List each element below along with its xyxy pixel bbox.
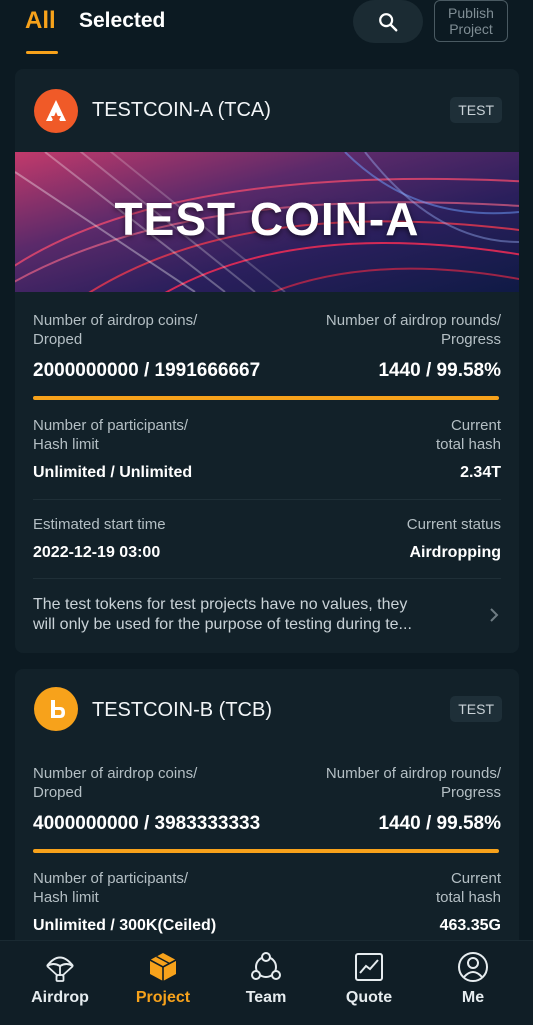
- rounds-value: 1440 / 99.58%: [378, 360, 501, 381]
- notice-line-1: The test tokens for test projects have n…: [33, 596, 408, 613]
- nav-project-label: Project: [135, 989, 191, 1006]
- divider: [33, 499, 501, 500]
- participants-label-line2: Hash limit: [33, 436, 99, 453]
- hash-label-line1: Current: [450, 870, 501, 887]
- coins-label: Number of airdrop coins/ Droped: [33, 311, 197, 349]
- nav-team-label: Team: [245, 989, 287, 1006]
- nav-quote[interactable]: Quote: [316, 941, 422, 1025]
- nav-airdrop[interactable]: Airdrop: [7, 941, 113, 1025]
- rounds-label: Number of airdrop rounds/ Progress: [326, 311, 501, 349]
- participants-label: Number of participants/ Hash limit: [33, 869, 188, 907]
- coins-label-line2: Droped: [33, 784, 83, 801]
- start-time-label: Estimated start time: [33, 516, 166, 533]
- nav-team[interactable]: Team: [213, 941, 319, 1025]
- participants-label-line1: Number of participants/: [33, 417, 189, 434]
- test-badge: TEST: [450, 696, 502, 722]
- project-card[interactable]: TESTCOIN-A (TCA) TEST TEST COIN-A Number…: [15, 69, 519, 653]
- rounds-label: Number of airdrop rounds/ Progress: [326, 764, 501, 802]
- tab-all[interactable]: All: [25, 7, 56, 35]
- coin-name: TESTCOIN-A (TCA): [92, 99, 271, 121]
- participants-value: Unlimited / 300K(Ceiled): [33, 917, 217, 934]
- tab-all-underline: [26, 51, 58, 54]
- search-button[interactable]: [353, 0, 423, 43]
- parachute-icon: [46, 956, 74, 982]
- coin-a-logo-icon: [46, 100, 66, 121]
- participants-label-line1: Number of participants/: [33, 870, 189, 887]
- test-notice[interactable]: The test tokens for test projects have n…: [33, 595, 463, 635]
- hash-value: 2.34T: [460, 464, 501, 481]
- coin-logo: [34, 89, 78, 133]
- progress-bar: [33, 396, 500, 400]
- hash-value: 463.35G: [439, 917, 501, 934]
- card-header: TESTCOIN-B (TCB) TEST: [15, 669, 519, 751]
- coins-label-line2: Droped: [33, 331, 83, 348]
- status-label: Current status: [406, 516, 501, 533]
- nav-project[interactable]: Project: [110, 941, 216, 1025]
- coins-label-line1: Number of airdrop coins/: [33, 312, 198, 329]
- participants-label: Number of participants/ Hash limit: [33, 416, 188, 454]
- rounds-label-line2: Progress: [440, 331, 501, 348]
- coins-label: Number of airdrop coins/ Droped: [33, 764, 197, 802]
- user-icon: [458, 952, 488, 982]
- coins-label-line1: Number of airdrop coins/: [33, 765, 198, 782]
- tab-selected[interactable]: Selected: [79, 9, 165, 33]
- project-card[interactable]: TESTCOIN-B (TCB) TEST Number of airdrop …: [15, 669, 519, 969]
- hash-label: Current total hash: [436, 869, 501, 907]
- rounds-label-line2: Progress: [440, 784, 501, 801]
- coin-b-logo-icon: [51, 700, 65, 718]
- nav-me[interactable]: Me: [420, 941, 526, 1025]
- nav-quote-label: Quote: [345, 989, 393, 1006]
- coins-value: 4000000000 / 3983333333: [33, 813, 261, 834]
- participants-label-line2: Hash limit: [33, 889, 99, 906]
- banner-title-part2: COIN-A: [249, 193, 420, 245]
- rounds-label-line1: Number of airdrop rounds/: [325, 765, 501, 782]
- status-value: Airdropping: [409, 544, 501, 561]
- banner-title: TEST COIN-A: [15, 192, 519, 246]
- chevron-right-icon[interactable]: [487, 608, 501, 622]
- rounds-label-line1: Number of airdrop rounds/: [325, 312, 501, 329]
- start-time-value: 2022-12-19 03:00: [33, 544, 161, 561]
- coin-logo: [34, 687, 78, 731]
- hash-label-line2: total hash: [435, 889, 501, 906]
- hash-label: Current total hash: [436, 416, 501, 454]
- cube-icon: [149, 953, 177, 981]
- participants-value: Unlimited / Unlimited: [33, 464, 193, 481]
- nav-me-label: Me: [461, 989, 485, 1006]
- card-header: TESTCOIN-A (TCA) TEST: [15, 69, 519, 151]
- test-badge: TEST: [450, 97, 502, 123]
- notice-line-2: will only be used for the purpose of tes…: [33, 616, 412, 633]
- publish-project-button[interactable]: Publish Project: [434, 0, 508, 42]
- top-bar: All Selected Publish Project: [0, 0, 533, 60]
- bottom-nav: Airdrop Project Team Quote Me: [0, 940, 533, 1025]
- project-banner: TEST COIN-A: [15, 152, 519, 292]
- progress-bar: [33, 849, 500, 853]
- hash-label-line2: total hash: [435, 436, 501, 453]
- divider: [33, 578, 501, 579]
- team-icon: [251, 952, 281, 980]
- banner-title-part1: TEST: [114, 193, 237, 245]
- hash-label-line1: Current: [450, 417, 501, 434]
- search-icon: [379, 12, 398, 31]
- rounds-value: 1440 / 99.58%: [378, 813, 501, 834]
- chart-icon: [355, 953, 383, 981]
- nav-airdrop-label: Airdrop: [31, 989, 89, 1006]
- coin-name: TESTCOIN-B (TCB): [92, 699, 272, 721]
- coins-value: 2000000000 / 1991666667: [33, 360, 261, 381]
